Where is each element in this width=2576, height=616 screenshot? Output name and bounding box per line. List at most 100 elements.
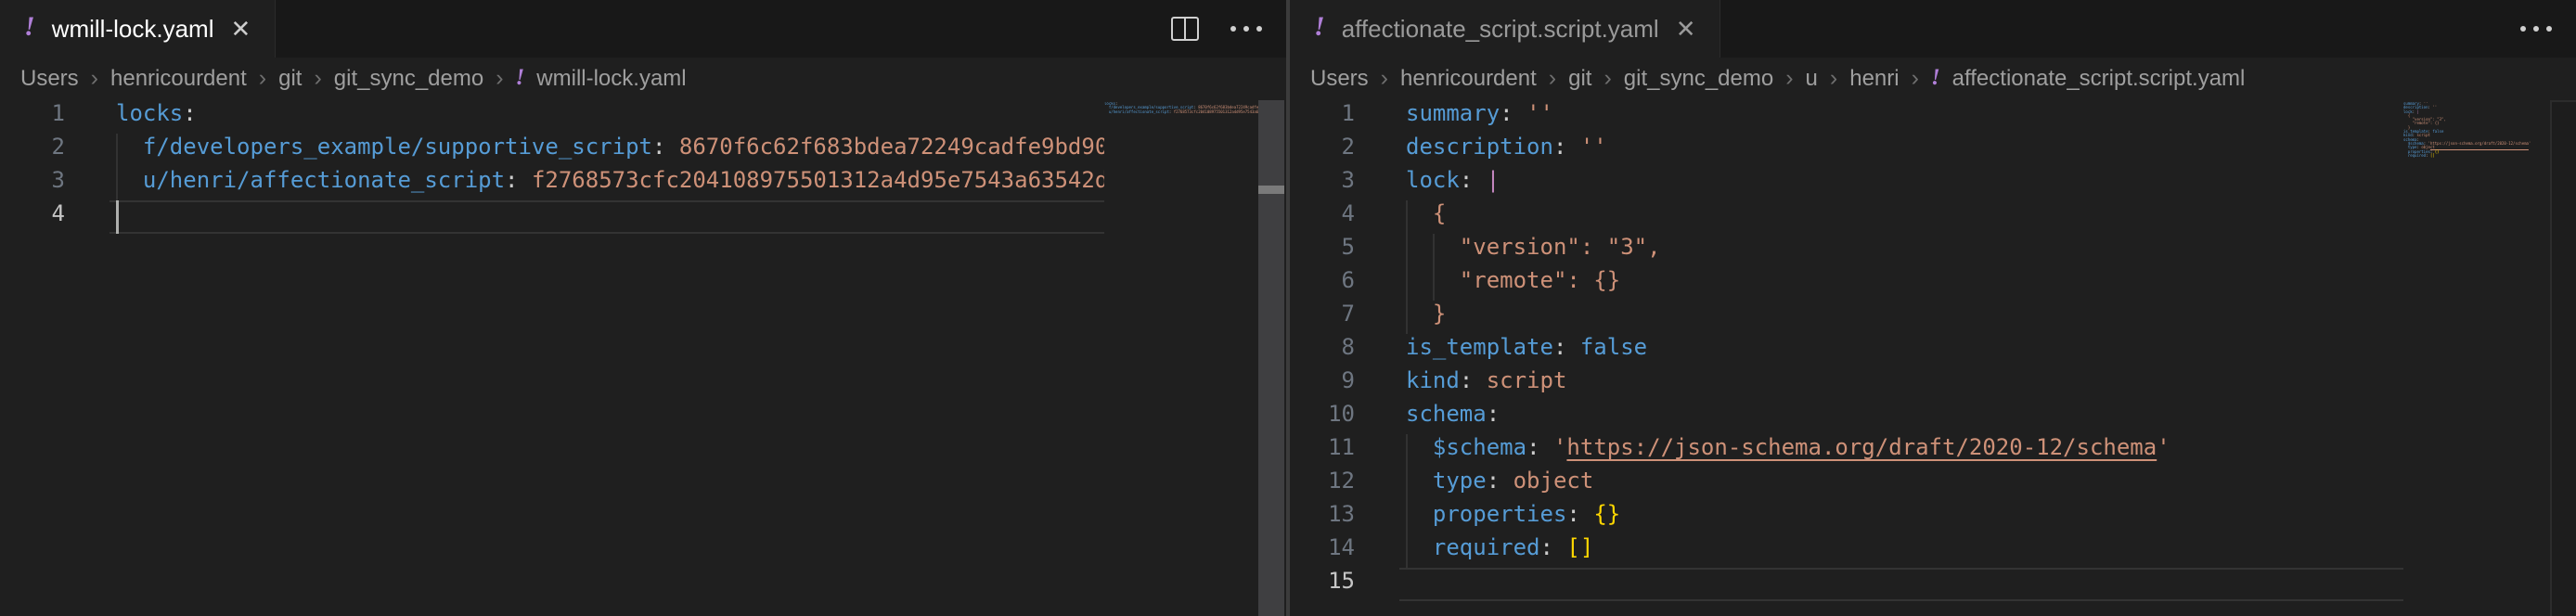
code-line[interactable]: type: object	[1406, 468, 2170, 501]
line-number-gutter: 1234	[0, 100, 65, 234]
line-number: 3	[0, 167, 65, 200]
editor-actions	[1171, 0, 1262, 58]
code-line[interactable]: "remote": {}	[1406, 267, 2170, 301]
indent-guide	[116, 134, 118, 167]
line-number: 13	[1290, 501, 1355, 534]
code-line[interactable]: kind: script	[1406, 367, 2170, 401]
split-editor-icon[interactable]	[1171, 17, 1199, 41]
indent-guide	[1433, 267, 1435, 301]
close-icon[interactable]: ✕	[230, 17, 251, 41]
tab-bar: ! wmill-lock.yaml ✕	[0, 0, 1286, 58]
code-line[interactable]: f/developers_example/supportive_script: …	[116, 134, 1104, 167]
editor-group-left: ! wmill-lock.yaml ✕ Users › henricourdent ›…	[0, 0, 1286, 616]
line-number: 6	[1290, 267, 1355, 301]
breadcrumb-item[interactable]: henricourdent	[1400, 66, 1537, 92]
code-line[interactable]	[116, 200, 1104, 234]
code-line[interactable]: {	[1406, 200, 2170, 234]
overview-ruler-cursor-marker	[1258, 186, 1284, 194]
code-line[interactable]: locks:	[116, 100, 1104, 134]
code-line[interactable]	[1406, 568, 2170, 601]
tab-wmill-lock-yaml[interactable]: ! wmill-lock.yaml ✕	[0, 0, 276, 58]
indent-guide	[1406, 534, 1408, 568]
editor-group-sash[interactable]	[1286, 0, 1290, 616]
code-line[interactable]: schema:	[1406, 401, 2170, 434]
minimap-line	[2403, 158, 2550, 161]
more-actions-icon[interactable]	[1230, 26, 1262, 32]
code-line[interactable]: properties: {}	[1406, 501, 2170, 534]
code-line[interactable]: lock: |	[1406, 167, 2170, 200]
breadcrumb: Users › henricourdent › git › git_sync_demo › u ›…	[1290, 58, 2576, 100]
code-line[interactable]: }	[1406, 301, 2170, 334]
vscode-editor-window: ! wmill-lock.yaml ✕ Users › henricourdent ›…	[0, 0, 2576, 616]
line-number: 4	[0, 200, 65, 234]
line-number: 7	[1290, 301, 1355, 334]
line-number: 1	[1290, 100, 1355, 134]
minimap[interactable]: summary: ''description: ''lock: | { "ver…	[2403, 102, 2550, 616]
editor-wmill-lock[interactable]: 1234 locks: f/developers_example/support…	[0, 100, 1286, 616]
chevron-separator-icon: ›	[496, 65, 503, 92]
line-number: 9	[1290, 367, 1355, 401]
yaml-file-icon: !	[24, 13, 35, 41]
indent-guide	[1406, 234, 1408, 267]
chevron-separator-icon: ›	[1604, 65, 1611, 92]
line-number: 12	[1290, 468, 1355, 501]
line-number: 2	[1290, 134, 1355, 167]
indent-guide	[1406, 468, 1408, 501]
tab-bar: ! affectionate_script.script.yaml ✕	[1290, 0, 2576, 58]
line-number: 3	[1290, 167, 1355, 200]
line-number: 1	[0, 100, 65, 134]
vertical-scrollbar[interactable]	[1258, 100, 1284, 616]
tab-affectionate-script-yaml[interactable]: ! affectionate_script.script.yaml ✕	[1290, 0, 1720, 58]
yaml-file-icon: !	[516, 66, 525, 89]
code-line[interactable]: $schema: 'https://json-schema.org/draft/…	[1406, 434, 2170, 468]
indent-guide	[1406, 200, 1408, 234]
breadcrumb-item[interactable]: Users	[1310, 66, 1369, 92]
code-line[interactable]: summary: ''	[1406, 100, 2170, 134]
code-line[interactable]: is_template: false	[1406, 334, 2170, 367]
editor-actions	[2520, 0, 2552, 58]
chevron-separator-icon: ›	[1912, 65, 1919, 92]
minimap-line	[1104, 114, 1258, 118]
code-content[interactable]: locks: f/developers_example/supportive_s…	[116, 100, 1104, 234]
chevron-separator-icon: ›	[91, 65, 98, 92]
line-number: 15	[1290, 568, 1355, 601]
minimap[interactable]: locks: f/developers_example/supportive_s…	[1104, 102, 1258, 616]
breadcrumb-item[interactable]: henri	[1849, 66, 1899, 92]
line-number: 5	[1290, 234, 1355, 267]
tab-label: wmill-lock.yaml	[52, 15, 214, 44]
line-number: 10	[1290, 401, 1355, 434]
chevron-separator-icon: ›	[1549, 65, 1556, 92]
breadcrumb-item[interactable]: git	[1568, 66, 1591, 92]
breadcrumb-file-item[interactable]: affectionate_script.script.yaml	[1952, 66, 2246, 92]
line-number: 14	[1290, 534, 1355, 568]
text-cursor	[116, 200, 119, 234]
line-number: 8	[1290, 334, 1355, 367]
code-line[interactable]: required: []	[1406, 534, 2170, 568]
close-icon[interactable]: ✕	[1676, 17, 1696, 41]
chevron-separator-icon: ›	[259, 65, 266, 92]
chevron-separator-icon: ›	[1381, 65, 1388, 92]
chevron-separator-icon: ›	[1830, 65, 1837, 92]
indent-guide	[1406, 301, 1408, 334]
more-actions-icon[interactable]	[2520, 26, 2552, 32]
breadcrumb: Users›henricourdent›git›git_sync_demo›!w…	[0, 58, 1286, 100]
yaml-file-icon: !	[1314, 13, 1325, 41]
chevron-separator-icon: ›	[1785, 65, 1793, 92]
overview-ruler	[2550, 100, 2576, 616]
code-line[interactable]: u/henri/affectionate_script: f2768573cfc…	[116, 167, 1104, 200]
breadcrumb-item[interactable]: git_sync_demo	[334, 66, 483, 92]
breadcrumb-item[interactable]: Users	[20, 66, 79, 92]
breadcrumb-item[interactable]: git_sync_demo	[1624, 66, 1773, 92]
editor-affectionate-script[interactable]: 123456789101112131415 summary: ''descrip…	[1290, 100, 2576, 616]
breadcrumb-file-item[interactable]: wmill-lock.yaml	[536, 66, 686, 92]
indent-guide	[116, 167, 118, 200]
code-content[interactable]: summary: ''description: ''lock: | { "ver…	[1406, 100, 2170, 601]
code-line[interactable]: description: ''	[1406, 134, 2170, 167]
yaml-file-icon: !	[1931, 66, 1940, 89]
tab-label: affectionate_script.script.yaml	[1342, 15, 1659, 44]
code-line[interactable]: "version": "3",	[1406, 234, 2170, 267]
breadcrumb-item[interactable]: git	[278, 66, 302, 92]
editor-group-right: ! affectionate_script.script.yaml ✕ User…	[1290, 0, 2576, 616]
breadcrumb-item[interactable]: u	[1806, 66, 1818, 92]
breadcrumb-item[interactable]: henricourdent	[110, 66, 247, 92]
